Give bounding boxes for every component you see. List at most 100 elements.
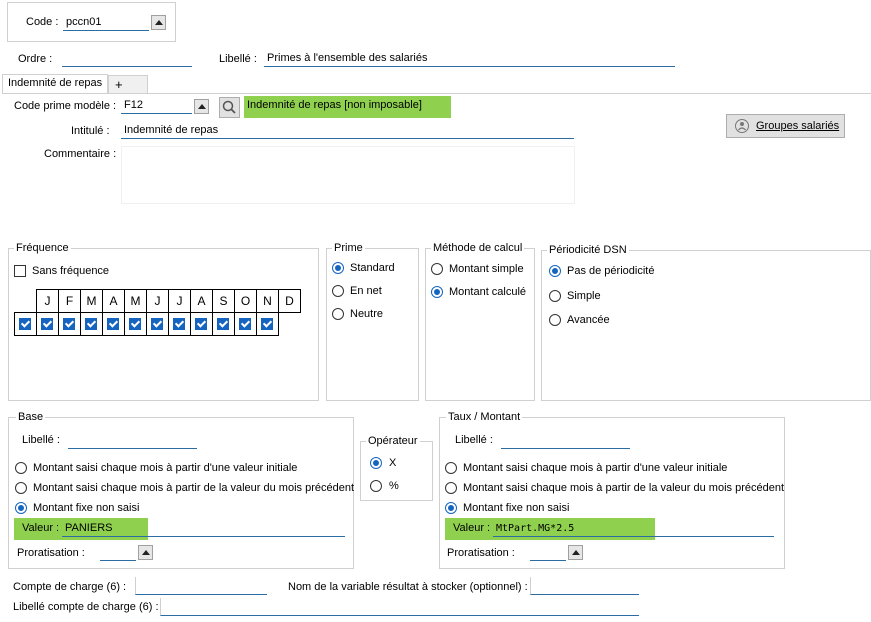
operateur-group [360, 441, 433, 501]
groupes-salaries-label: Groupes salariés [756, 120, 840, 132]
commentaire-textarea[interactable] [121, 146, 575, 204]
taux-title: Taux / Montant [446, 411, 523, 423]
periodicite-avancee-radio[interactable] [549, 314, 561, 326]
month-checkbox-cell[interactable] [58, 312, 81, 336]
base-option-initiale-radio[interactable] [15, 462, 27, 474]
taux-option-initiale-radio[interactable] [445, 462, 457, 474]
code-prime-description: Indemnité de repas [non imposable] [244, 96, 451, 118]
taux-libelle-field[interactable] [501, 432, 630, 449]
month-label: O [234, 289, 257, 313]
code-label: Code : [26, 16, 59, 28]
tab-panel-border [2, 93, 871, 94]
month-checkbox-cell[interactable] [146, 312, 169, 336]
code-stepper-button[interactable] [151, 15, 166, 30]
groupes-salaries-button[interactable]: Groupes salariés [726, 114, 845, 138]
operateur-title: Opérateur [366, 435, 420, 447]
taux-valeur-label: Valeur : [453, 522, 491, 534]
operateur-x-radio[interactable] [370, 457, 382, 469]
pas-periodicite-radio[interactable] [549, 265, 561, 277]
base-proratisation-field[interactable] [100, 544, 136, 561]
code-prime-stepper-button[interactable] [194, 99, 209, 114]
frequence-title: Fréquence [14, 242, 71, 254]
operateur-percent-radio[interactable] [370, 480, 382, 492]
montant-simple-label: Montant simple [449, 263, 524, 275]
month-label: A [190, 289, 213, 313]
base-libelle-label: Libellé : [22, 434, 60, 446]
month-checkbox-cell[interactable] [124, 312, 147, 336]
compte-charge-field[interactable] [135, 577, 267, 595]
periodicite-avancee-label: Avancée [567, 314, 610, 326]
code-prime-label: Code prime modèle : [14, 100, 117, 112]
sans-frequence-label: Sans fréquence [32, 265, 110, 277]
months-header-row: J F M A M J J A S O N D [14, 289, 301, 313]
ordre-field[interactable] [62, 50, 192, 67]
taux-option-initiale-label: Montant saisi chaque mois à partir d'une… [463, 462, 728, 474]
libelle-compte-field[interactable] [160, 598, 639, 616]
base-option-fixe-radio[interactable] [15, 502, 27, 514]
intitule-label: Intitulé : [71, 125, 110, 137]
month-label: J [36, 289, 59, 313]
periodicite-title: Périodicité DSN [547, 244, 629, 256]
month-label: M [80, 289, 103, 313]
taux-proratisation-stepper[interactable] [568, 545, 583, 560]
prime-en-net-radio[interactable] [332, 285, 344, 297]
base-libelle-field[interactable] [68, 432, 197, 449]
month-label: A [102, 289, 125, 313]
periodicite-simple-label: Simple [567, 290, 601, 302]
compte-charge-label: Compte de charge (6) : [13, 581, 127, 593]
month-checkbox-cell[interactable] [234, 312, 257, 336]
month-checkbox-cell[interactable] [168, 312, 191, 336]
month-checkbox-cell[interactable] [212, 312, 235, 336]
libelle-label: Libellé : [219, 53, 257, 65]
methode-title: Méthode de calcul [431, 242, 525, 254]
montant-calcule-radio[interactable] [431, 286, 443, 298]
taux-proratisation-field[interactable] [530, 544, 566, 561]
prime-neutre-label: Neutre [350, 308, 384, 320]
libelle-compte-label: Libellé compte de charge (6) : [13, 601, 159, 613]
tab-add[interactable]: + [108, 75, 148, 93]
tab-indemnite[interactable]: Indemnité de repas [2, 74, 108, 94]
search-button[interactable] [219, 97, 240, 118]
month-label: J [168, 289, 191, 313]
add-tab-icon: + [115, 77, 123, 92]
libelle-field[interactable]: Primes à l'ensemble des salariés [264, 50, 675, 67]
month-checkbox-cell[interactable] [14, 312, 37, 336]
prime-title: Prime [332, 242, 365, 254]
operateur-percent-label: % [389, 480, 399, 492]
pas-periodicite-label: Pas de périodicité [567, 265, 655, 277]
code-prime-field[interactable]: F12 [121, 97, 192, 114]
month-checkbox-cell[interactable] [190, 312, 213, 336]
base-option-precedent-radio[interactable] [15, 482, 27, 494]
prime-standard-radio[interactable] [332, 262, 344, 274]
month-checkbox-cell[interactable] [102, 312, 125, 336]
taux-proratisation-label: Proratisation : [447, 547, 515, 559]
base-proratisation-stepper[interactable] [138, 545, 153, 560]
code-field[interactable]: pccn01 [63, 14, 149, 31]
base-valeur-field[interactable]: PANIERS [62, 520, 345, 537]
month-checkbox-cell[interactable] [256, 312, 279, 336]
month-label: N [256, 289, 279, 313]
prime-neutre-radio[interactable] [332, 308, 344, 320]
search-icon [222, 100, 236, 114]
intitule-field[interactable]: Indemnité de repas [121, 122, 574, 139]
taux-option-precedent-label: Montant saisi chaque mois à partir de la… [463, 482, 785, 494]
sans-frequence-checkbox[interactable] [14, 265, 26, 277]
taux-option-fixe-radio[interactable] [445, 502, 457, 514]
montant-simple-radio[interactable] [431, 263, 443, 275]
month-checkbox-cell[interactable] [80, 312, 103, 336]
group-icon [735, 119, 749, 133]
base-proratisation-label: Proratisation : [17, 547, 85, 559]
month-label: D [278, 289, 301, 313]
variable-resultat-field[interactable] [530, 577, 639, 595]
base-option-initiale-label: Montant saisi chaque mois à partir d'une… [33, 462, 298, 474]
base-valeur-label: Valeur : [22, 522, 60, 534]
periodicite-simple-radio[interactable] [549, 290, 561, 302]
taux-libelle-label: Libellé : [455, 434, 493, 446]
taux-valeur-field[interactable]: MtPart.MG*2.5 [493, 520, 774, 537]
commentaire-label: Commentaire : [44, 148, 117, 160]
base-title: Base [16, 411, 46, 423]
month-label: M [124, 289, 147, 313]
tab-indemnite-label: Indemnité de repas [8, 77, 103, 89]
month-checkbox-cell[interactable] [36, 312, 59, 336]
taux-option-precedent-radio[interactable] [445, 482, 457, 494]
